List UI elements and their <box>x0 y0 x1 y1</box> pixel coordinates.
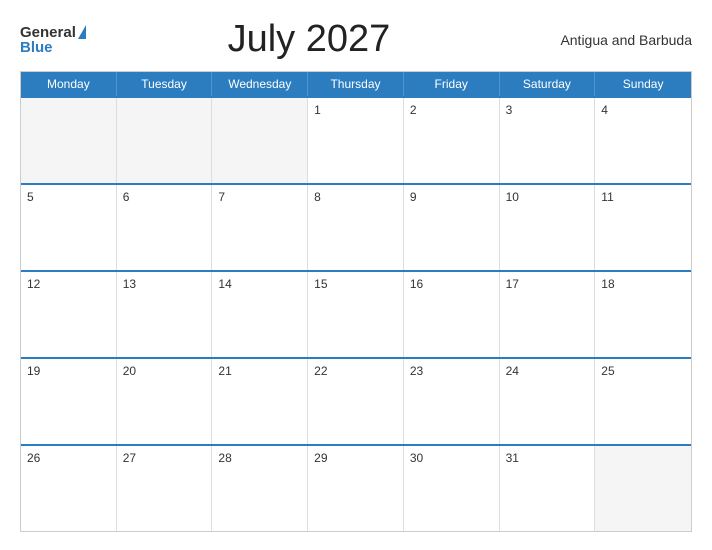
calendar-day: 26 <box>21 446 117 531</box>
day-number: 30 <box>410 451 423 465</box>
weekday-header: Thursday <box>308 72 404 96</box>
day-number: 25 <box>601 364 614 378</box>
day-number: 13 <box>123 277 136 291</box>
calendar-day <box>212 98 308 183</box>
calendar-week: 1 2 3 4 <box>21 96 691 183</box>
day-number: 18 <box>601 277 614 291</box>
calendar-day: 16 <box>404 272 500 357</box>
weekday-header: Friday <box>404 72 500 96</box>
logo-blue-text: Blue <box>20 40 53 55</box>
day-number: 15 <box>314 277 327 291</box>
calendar-week: 26 27 28 29 30 31 <box>21 444 691 531</box>
day-number: 1 <box>314 103 321 117</box>
day-number: 2 <box>410 103 417 117</box>
page-header: General Blue July 2027 Antigua and Barbu… <box>20 18 692 61</box>
day-number: 23 <box>410 364 423 378</box>
country-label: Antigua and Barbuda <box>532 32 692 48</box>
day-number: 8 <box>314 190 321 204</box>
logo-general-text: General <box>20 25 76 40</box>
calendar-week: 5 6 7 8 9 10 11 <box>21 183 691 270</box>
weekday-header: Saturday <box>500 72 596 96</box>
calendar-week: 19 20 21 22 23 24 25 <box>21 357 691 444</box>
day-number: 28 <box>218 451 231 465</box>
calendar-day: 21 <box>212 359 308 444</box>
day-number: 20 <box>123 364 136 378</box>
weekday-header: Sunday <box>595 72 691 96</box>
calendar-day: 20 <box>117 359 213 444</box>
calendar-day: 17 <box>500 272 596 357</box>
calendar-day: 30 <box>404 446 500 531</box>
day-number: 12 <box>27 277 40 291</box>
day-number: 10 <box>506 190 519 204</box>
day-number: 22 <box>314 364 327 378</box>
day-number: 17 <box>506 277 519 291</box>
calendar-day: 6 <box>117 185 213 270</box>
day-number: 4 <box>601 103 608 117</box>
day-number: 27 <box>123 451 136 465</box>
day-number: 11 <box>601 190 613 204</box>
calendar-day: 10 <box>500 185 596 270</box>
calendar-day: 8 <box>308 185 404 270</box>
day-number: 19 <box>27 364 40 378</box>
calendar-day: 1 <box>308 98 404 183</box>
logo: General Blue <box>20 25 86 55</box>
calendar-day: 15 <box>308 272 404 357</box>
calendar-day: 9 <box>404 185 500 270</box>
calendar-day: 25 <box>595 359 691 444</box>
day-number: 9 <box>410 190 417 204</box>
calendar-day: 7 <box>212 185 308 270</box>
calendar-day: 4 <box>595 98 691 183</box>
month-title: July 2027 <box>86 18 532 61</box>
calendar-day: 23 <box>404 359 500 444</box>
calendar-day: 18 <box>595 272 691 357</box>
weekday-header: Wednesday <box>212 72 308 96</box>
day-number: 6 <box>123 190 130 204</box>
calendar-day: 19 <box>21 359 117 444</box>
day-number: 24 <box>506 364 519 378</box>
calendar-day: 11 <box>595 185 691 270</box>
day-number: 16 <box>410 277 423 291</box>
calendar-day: 12 <box>21 272 117 357</box>
calendar-day: 3 <box>500 98 596 183</box>
calendar-day: 28 <box>212 446 308 531</box>
weekday-header: Tuesday <box>117 72 213 96</box>
calendar-day: 13 <box>117 272 213 357</box>
day-number: 26 <box>27 451 40 465</box>
day-number: 5 <box>27 190 34 204</box>
weekday-header: Monday <box>21 72 117 96</box>
calendar-day: 24 <box>500 359 596 444</box>
calendar-header: MondayTuesdayWednesdayThursdayFridaySatu… <box>21 72 691 96</box>
calendar-week: 12 13 14 15 16 17 18 <box>21 270 691 357</box>
calendar-day: 22 <box>308 359 404 444</box>
calendar: MondayTuesdayWednesdayThursdayFridaySatu… <box>20 71 692 532</box>
day-number: 21 <box>218 364 231 378</box>
day-number: 31 <box>506 451 519 465</box>
calendar-day: 29 <box>308 446 404 531</box>
day-number: 29 <box>314 451 327 465</box>
day-number: 7 <box>218 190 225 204</box>
calendar-day: 2 <box>404 98 500 183</box>
day-number: 14 <box>218 277 231 291</box>
calendar-day <box>117 98 213 183</box>
calendar-day: 27 <box>117 446 213 531</box>
calendar-day <box>21 98 117 183</box>
calendar-day: 14 <box>212 272 308 357</box>
calendar-day: 31 <box>500 446 596 531</box>
calendar-day <box>595 446 691 531</box>
logo-triangle-icon <box>78 25 86 39</box>
calendar-day: 5 <box>21 185 117 270</box>
calendar-body: 1234567891011121314151617181920212223242… <box>21 96 691 531</box>
day-number: 3 <box>506 103 513 117</box>
